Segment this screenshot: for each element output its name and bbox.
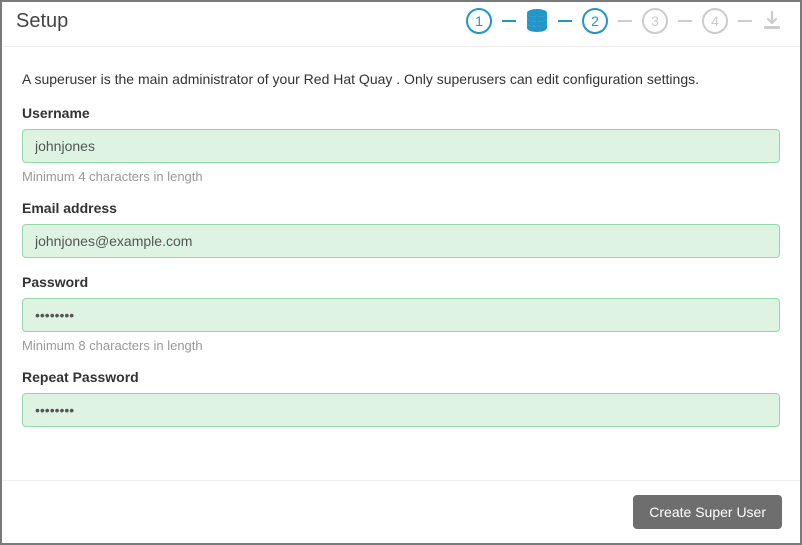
dialog-footer: Create Super User <box>2 480 800 543</box>
username-label: Username <box>22 105 780 121</box>
step-dash <box>502 20 516 22</box>
download-icon <box>762 11 782 31</box>
step-1: 1 <box>466 8 492 34</box>
step-3: 3 <box>642 8 668 34</box>
password-input[interactable] <box>22 298 780 332</box>
setup-dialog: Setup 1 2 3 4 <box>0 0 802 545</box>
dialog-body: A superuser is the main administrator of… <box>2 47 800 480</box>
step-dash <box>738 20 752 22</box>
email-input[interactable] <box>22 224 780 258</box>
password-hint: Minimum 8 characters in length <box>22 338 780 353</box>
create-superuser-button[interactable]: Create Super User <box>633 495 782 529</box>
step-dash <box>558 20 572 22</box>
dialog-header: Setup 1 2 3 4 <box>2 2 800 47</box>
username-input[interactable] <box>22 129 780 163</box>
dialog-title: Setup <box>16 10 68 33</box>
password-label: Password <box>22 274 780 290</box>
email-label: Email address <box>22 200 780 216</box>
intro-text: A superuser is the main administrator of… <box>22 71 780 87</box>
step-4: 4 <box>702 8 728 34</box>
step-dash <box>678 20 692 22</box>
field-email: Email address <box>22 200 780 258</box>
repeat-password-input[interactable] <box>22 393 780 427</box>
username-hint: Minimum 4 characters in length <box>22 169 780 184</box>
database-icon <box>526 9 548 33</box>
field-username: Username Minimum 4 characters in length <box>22 105 780 184</box>
step-indicator: 1 2 3 4 <box>466 8 782 34</box>
field-password: Password Minimum 8 characters in length <box>22 274 780 353</box>
field-repeat-password: Repeat Password <box>22 369 780 427</box>
step-2: 2 <box>582 8 608 34</box>
repeat-password-label: Repeat Password <box>22 369 780 385</box>
step-dash <box>618 20 632 22</box>
